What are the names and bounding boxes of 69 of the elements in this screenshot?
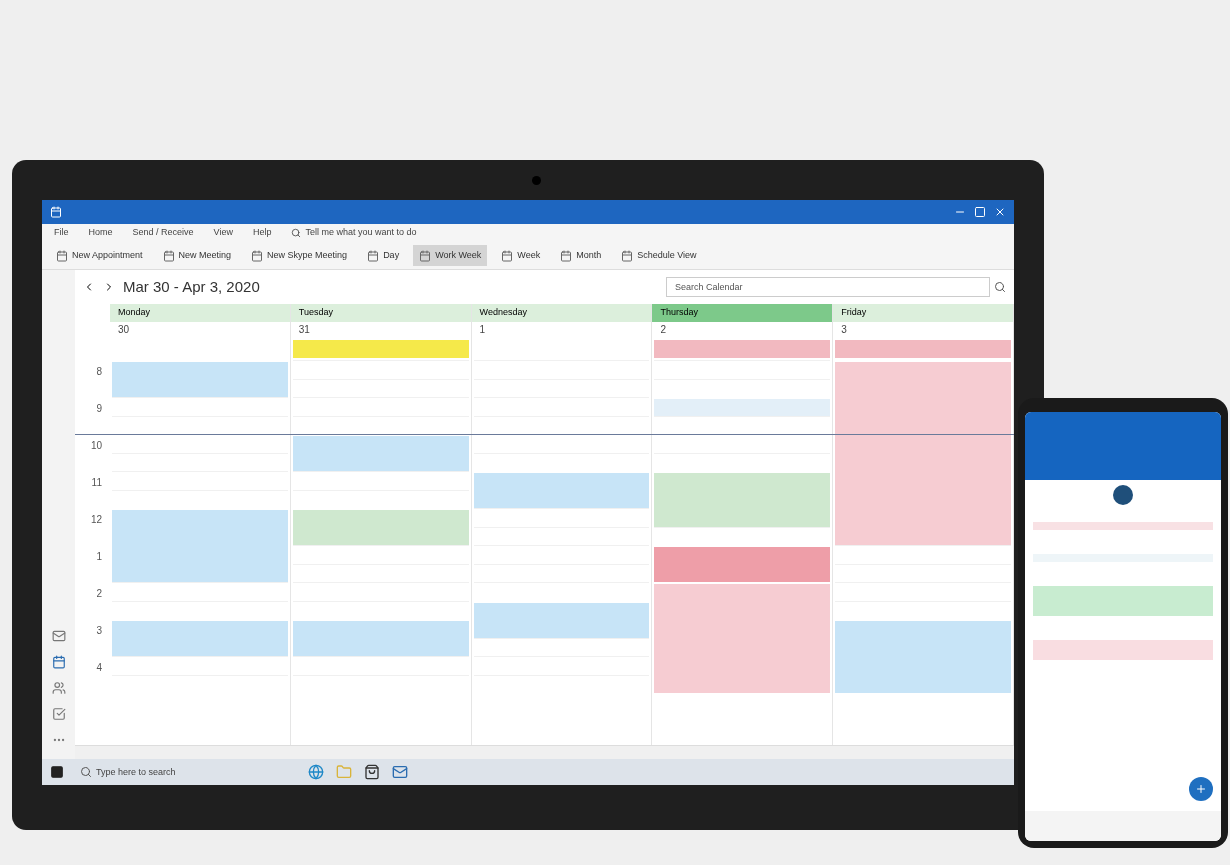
calendar-icon — [162, 249, 175, 262]
hour-label: 10 — [89, 439, 103, 453]
ribbon-button[interactable]: New Skype Meeting — [245, 244, 354, 267]
hour-label: 1 — [95, 550, 103, 564]
browser-icon[interactable] — [308, 764, 324, 780]
phone-event[interactable] — [1033, 586, 1213, 616]
calendar-icon — [621, 249, 634, 262]
ribbon-tab[interactable]: Send / Receive — [132, 226, 194, 240]
add-icon — [1195, 783, 1207, 795]
folder-icon[interactable] — [336, 764, 352, 780]
hour-label: 2 — [95, 587, 103, 601]
calendar-icon — [367, 249, 380, 262]
search-field[interactable]: Search Calendar — [666, 277, 990, 297]
search-icon[interactable] — [994, 281, 1006, 293]
ribbon-button[interactable]: Week — [495, 244, 547, 267]
phone-event[interactable] — [1033, 640, 1213, 660]
ribbon-button[interactable]: New Meeting — [156, 244, 238, 267]
all-day-event[interactable] — [654, 340, 831, 358]
day-header: Wednesday — [471, 304, 652, 322]
close-icon[interactable] — [994, 206, 1006, 218]
ribbon-tab[interactable]: File — [54, 226, 69, 240]
hour-label: 9 — [95, 402, 103, 416]
start-icon[interactable] — [50, 765, 64, 779]
hour-label: 8 — [95, 365, 103, 379]
day-header: Tuesday — [290, 304, 471, 322]
calendar-icon — [251, 249, 264, 262]
app-icon — [50, 206, 62, 218]
tasks-icon[interactable] — [51, 707, 66, 721]
taskbar-search-field[interactable]: Type here to search — [96, 763, 292, 781]
ribbon-button[interactable]: New Appointment — [50, 244, 149, 267]
day-number: 31 — [297, 323, 311, 337]
ribbon-tab[interactable]: Help — [252, 226, 272, 240]
search-icon — [80, 766, 92, 778]
calendar-icon — [419, 249, 432, 262]
phone-event[interactable] — [1033, 522, 1213, 530]
hour-label: 12 — [89, 513, 103, 527]
store-icon[interactable] — [364, 764, 380, 780]
hour-label: 11 — [90, 476, 103, 490]
day-number: 30 — [117, 323, 131, 337]
ribbon-button[interactable]: Month — [554, 244, 608, 267]
calendar-icon — [56, 249, 68, 262]
ribbon-tab[interactable]: Home — [88, 226, 113, 240]
add-button[interactable] — [1189, 777, 1213, 801]
ribbon-button[interactable]: Work Week — [413, 244, 488, 267]
date-range: Mar 30 - Apr 3, 2020 — [123, 276, 261, 297]
all-day-event[interactable] — [835, 340, 1011, 358]
calendar-icon — [560, 249, 573, 262]
calendar-icon[interactable] — [51, 655, 66, 669]
tell-me-field[interactable]: Tell me what you want to do — [291, 226, 417, 240]
ribbon-tab[interactable]: View — [213, 226, 233, 240]
all-day-event[interactable] — [292, 340, 469, 358]
hour-label: 4 — [95, 661, 103, 675]
ribbon-button[interactable]: Day — [361, 244, 406, 267]
maximize-icon[interactable] — [974, 206, 986, 218]
selected-day-icon[interactable] — [1113, 485, 1133, 505]
day-number: 2 — [659, 323, 667, 337]
mail-icon[interactable] — [392, 764, 408, 780]
hour-label: 3 — [95, 624, 103, 638]
mail-icon[interactable] — [51, 629, 66, 643]
search-icon — [291, 228, 302, 238]
day-header: Monday — [110, 304, 290, 322]
calendar-icon — [501, 249, 514, 262]
day-header: Thursday — [652, 304, 833, 322]
day-header: Friday — [833, 304, 1013, 322]
people-icon[interactable] — [51, 681, 66, 695]
ribbon-button[interactable]: Schedule View — [615, 244, 703, 267]
day-number: 3 — [840, 323, 848, 337]
day-number: 1 — [478, 323, 487, 337]
camera-icon — [532, 176, 541, 185]
